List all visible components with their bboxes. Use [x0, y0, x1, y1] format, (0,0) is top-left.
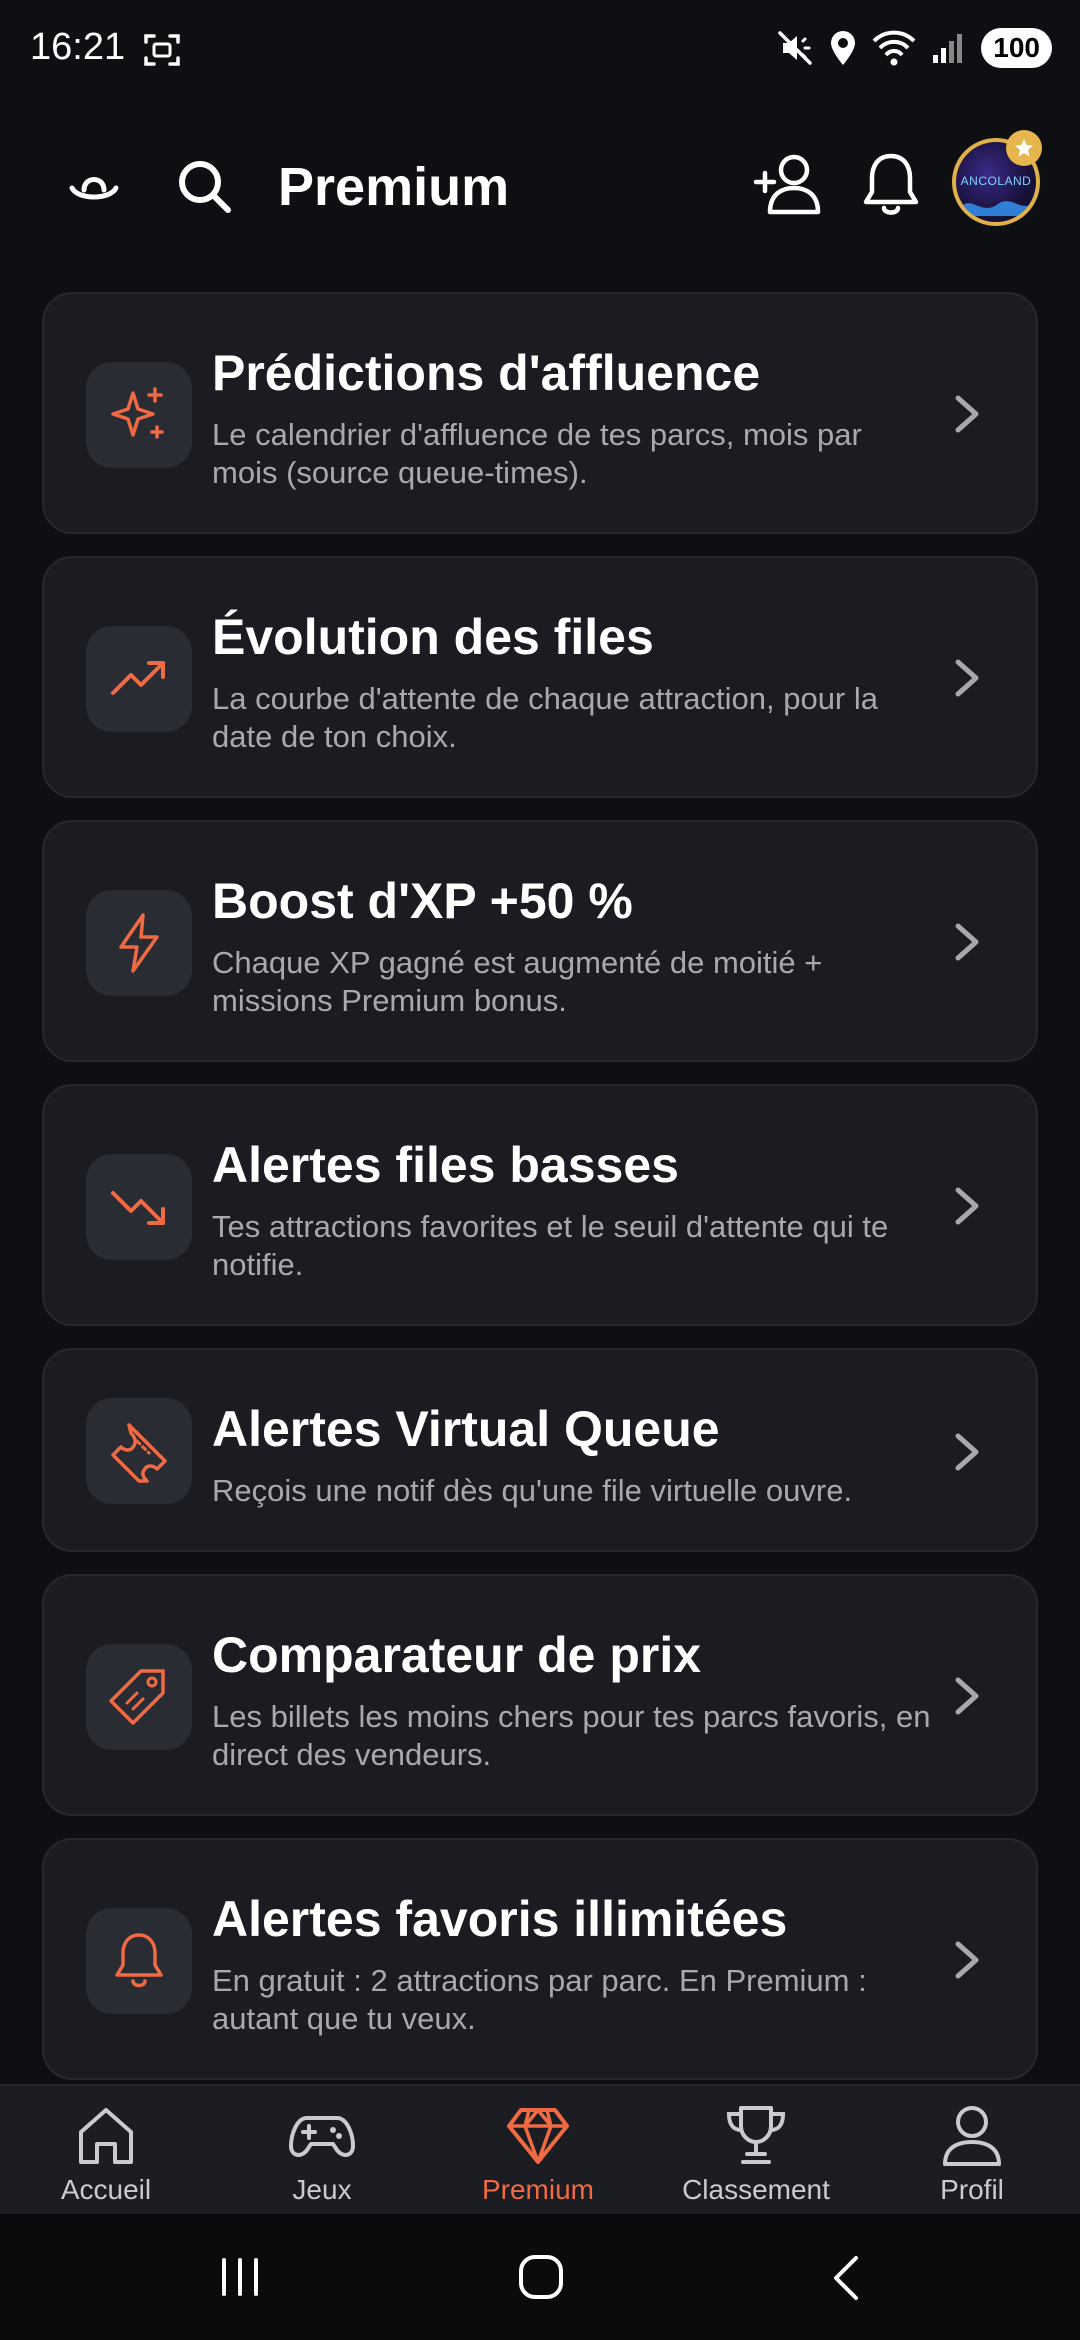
system-navigation-bar [0, 2214, 1080, 2340]
add-user-icon[interactable] [752, 148, 824, 220]
nav-label: Accueil [60, 2174, 152, 2205]
card-description: La courbe d'attente de chaque attraction… [212, 681, 879, 754]
card-title: Alertes files basses [212, 1137, 679, 1193]
wifi-icon [872, 30, 916, 66]
home-icon [79, 2108, 133, 2164]
feature-card-unlimited-favorite-alerts[interactable]: Alertes favoris illimitées En gratuit : … [42, 1838, 1038, 2080]
battery-indicator: 100 [981, 28, 1052, 68]
chevron-right-icon [955, 659, 979, 697]
trending-up-icon [111, 661, 165, 695]
feature-card-queue-evolution[interactable]: Évolution des files La courbe d'attente … [42, 556, 1038, 798]
nav-item-classement[interactable]: Classement [656, 2104, 856, 2206]
avatar-text: ANCOLAND [960, 174, 1032, 188]
status-icons: 100 [777, 28, 1052, 68]
bell-icon[interactable] [860, 148, 922, 220]
nav-item-jeux[interactable]: Jeux [222, 2104, 422, 2206]
card-icon-container [86, 1398, 192, 1504]
card-title: Alertes favoris illimitées [212, 1891, 788, 1947]
card-description: Chaque XP gagné est augmenté de moitié +… [212, 945, 823, 1018]
trending-down-icon [111, 1191, 165, 1225]
card-icon-container [86, 1908, 192, 2014]
nav-label: Profil [940, 2174, 1004, 2205]
card-icon-container [86, 890, 192, 996]
feature-card-xp-boost[interactable]: Boost d'XP +50 % Chaque XP gagné est aug… [42, 820, 1038, 1062]
bottom-navigation: Accueil Jeux Premium Classement Profil [0, 2084, 1080, 2214]
nav-item-premium[interactable]: Premium [438, 2104, 638, 2206]
nav-label: Classement [682, 2174, 830, 2205]
gamepad-icon [289, 2116, 355, 2157]
nav-item-profil[interactable]: Profil [872, 2104, 1072, 2206]
chevron-right-icon [955, 1941, 979, 1979]
chevron-right-icon [955, 1187, 979, 1225]
card-description: Les billets les moins chers pour tes par… [212, 1699, 931, 1772]
app-header: Premium ANCOLAND [0, 130, 1080, 250]
ticket-icon [111, 1423, 167, 1483]
back-button[interactable] [830, 2254, 860, 2302]
card-icon-container [86, 1154, 192, 1260]
status-time: 16:21 [30, 26, 126, 68]
chevron-right-icon [955, 395, 979, 433]
diamond-icon [507, 2108, 569, 2164]
card-title: Boost d'XP +50 % [212, 873, 633, 929]
user-icon [943, 2106, 1001, 2166]
trophy-icon [726, 2106, 786, 2164]
card-title: Comparateur de prix [212, 1627, 702, 1683]
signal-icon [933, 34, 963, 63]
chevron-right-icon [955, 923, 979, 961]
search-icon[interactable] [170, 152, 240, 222]
feature-card-crowd-predictions[interactable]: Prédictions d'affluence Le calendrier d'… [42, 292, 1038, 534]
status-bar: 16:21 100 [0, 0, 1080, 100]
card-description: Le calendrier d'affluence de tes parcs, … [212, 417, 862, 490]
nav-label: Premium [481, 2174, 594, 2205]
card-title: Évolution des files [212, 609, 654, 665]
card-icon-container [86, 1644, 192, 1750]
card-title: Alertes Virtual Queue [212, 1401, 720, 1457]
nav-label: Jeux [292, 2174, 352, 2205]
sparkles-icon [111, 387, 164, 439]
feature-card-virtual-queue-alerts[interactable]: Alertes Virtual Queue Reçois une notif d… [42, 1348, 1038, 1552]
app-logo-icon[interactable] [64, 158, 124, 218]
feature-card-low-queue-alerts[interactable]: Alertes files basses Tes attractions fav… [42, 1084, 1038, 1326]
recent-apps-button[interactable] [218, 2258, 262, 2296]
bell-icon [115, 1933, 163, 1988]
card-description: Reçois une notif dès qu'une file virtuel… [212, 1473, 853, 1508]
star-icon [1015, 139, 1033, 157]
mute-vibrate-icon [778, 31, 813, 65]
card-icon-container [86, 362, 192, 468]
chevron-right-icon [955, 1677, 979, 1715]
feature-card-price-comparator[interactable]: Comparateur de prix Les billets les moin… [42, 1574, 1038, 1816]
lightning-icon [119, 913, 159, 973]
page-title: Premium [278, 157, 510, 217]
home-button[interactable] [518, 2254, 564, 2300]
nav-item-accueil[interactable]: Accueil [6, 2104, 206, 2206]
avatar-wave-graphic [962, 201, 1034, 216]
screenshot-icon [144, 34, 180, 66]
chevron-right-icon [955, 1433, 979, 1471]
price-tag-icon [109, 1669, 165, 1725]
card-title: Prédictions d'affluence [212, 345, 761, 401]
card-description: En gratuit : 2 attractions par parc. En … [212, 1963, 867, 2036]
card-description: Tes attractions favorites et le seuil d'… [212, 1209, 889, 1282]
card-icon-container [86, 626, 192, 732]
location-icon [831, 31, 856, 65]
premium-star-badge [1006, 130, 1042, 166]
